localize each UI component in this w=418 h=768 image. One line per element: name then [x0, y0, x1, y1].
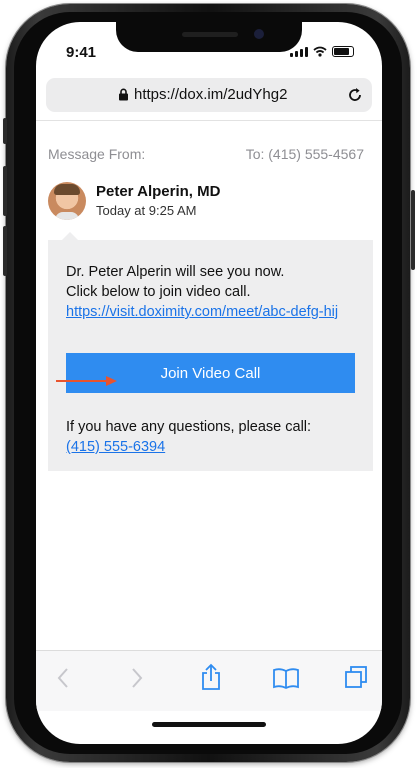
- sender-time: Today at 9:25 AM: [96, 203, 197, 218]
- message-line-2: Click below to join video call.: [66, 284, 251, 300]
- side-button-volume-down: [3, 226, 7, 276]
- sender-name: Peter Alperin, MD: [96, 183, 221, 200]
- arrow-pointer-icon: [56, 376, 117, 386]
- message-body: Dr. Peter Alperin will see you now. Clic…: [66, 262, 356, 322]
- message-to-label: To: (415) 555-4567: [245, 146, 364, 162]
- browser-toolbar: [36, 650, 382, 711]
- back-icon[interactable]: [56, 667, 70, 689]
- speaker: [182, 32, 238, 37]
- phone-link[interactable]: (415) 555-6394: [66, 439, 165, 455]
- camera: [254, 29, 264, 39]
- notch: [116, 22, 302, 52]
- bubble-tail: [62, 232, 78, 240]
- side-button-power: [411, 190, 415, 270]
- message-from-label: Message From:: [48, 146, 146, 162]
- status-icons: [290, 46, 354, 57]
- battery-icon: [332, 46, 354, 57]
- phone-screen: 9:41 https://dox.im/2udYhg2 Message From…: [36, 22, 382, 744]
- meeting-link[interactable]: https://visit.doximity.com/meet/abc-defg…: [66, 304, 338, 320]
- status-time: 9:41: [66, 44, 97, 61]
- side-button-silent: [3, 118, 7, 144]
- address-bar[interactable]: https://dox.im/2udYhg2: [46, 78, 372, 112]
- message-line-1: Dr. Peter Alperin will see you now.: [66, 264, 285, 280]
- wifi-icon: [313, 46, 327, 57]
- questions-text: If you have any questions, please call: …: [66, 417, 366, 457]
- home-indicator: [152, 722, 266, 727]
- side-button-volume-up: [3, 166, 7, 216]
- bookmarks-icon[interactable]: [272, 667, 300, 689]
- divider: [36, 120, 382, 121]
- join-video-call-button[interactable]: Join Video Call: [66, 353, 355, 393]
- lock-icon: [119, 88, 128, 101]
- tabs-icon[interactable]: [344, 665, 368, 689]
- questions-label: If you have any questions, please call:: [66, 419, 312, 435]
- share-icon[interactable]: [200, 663, 222, 691]
- signal-icon: [290, 47, 308, 57]
- avatar: [48, 182, 86, 220]
- url-text: https://dox.im/2udYhg2: [134, 86, 288, 103]
- forward-icon[interactable]: [130, 667, 144, 689]
- message-bubble: Dr. Peter Alperin will see you now. Clic…: [48, 232, 373, 471]
- reload-icon[interactable]: [346, 86, 364, 104]
